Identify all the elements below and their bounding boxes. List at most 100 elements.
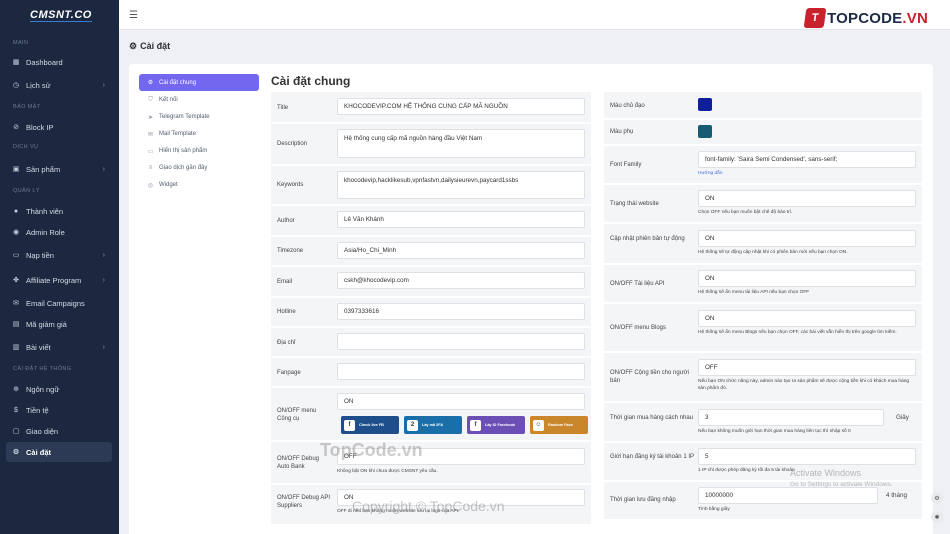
tools-menu-select[interactable]: ON xyxy=(337,393,585,410)
secondary-color-picker[interactable] xyxy=(698,125,712,138)
mail-icon: ✉ xyxy=(13,300,19,307)
sidebar-section-main: MAIN xyxy=(13,40,29,46)
sidebar-item-email-campaigns[interactable]: ✉ Email Campaigns xyxy=(6,293,112,313)
facebook-icon: f xyxy=(470,419,481,431)
watermark-copyright: Copyright © TopCode.vn xyxy=(352,498,505,514)
row-email: Email cskh@khocodevip.com xyxy=(271,267,591,297)
settings-tab-telegram[interactable]: ➤ Telegram Template xyxy=(139,109,259,125)
blogs-menu-select[interactable]: ON xyxy=(698,310,916,327)
sidebar: CMSNT.CO MAIN ▦ Dashboard ◷ Lịch sử › BẢO M… xyxy=(0,0,119,534)
row-title: Title KHOCODEVIP.COM HỆ THỐNG CUNG CẤP M… xyxy=(271,92,591,123)
chevron-right-icon: › xyxy=(102,165,105,173)
title-input[interactable]: KHOCODEVIP.COM HỆ THỐNG CUNG CẤP MÃ NGUỒ… xyxy=(337,98,585,115)
sidebar-item-products[interactable]: ▣ Sản phẩm › xyxy=(6,159,112,179)
settings-tab-connect[interactable]: ⛉ Kết nối xyxy=(139,92,259,108)
brain-icon[interactable]: ✺ xyxy=(931,511,943,523)
user-icon: ● xyxy=(13,207,19,215)
tool-cards: f Check live FB 2 Lấy mã 2FA f Lấy ID Faceb… xyxy=(341,416,588,434)
tool-card-random-face[interactable]: ☺ Random Face xyxy=(530,416,588,434)
sidebar-item-history[interactable]: ◷ Lịch sử › xyxy=(6,75,112,95)
wallet-icon: ▭ xyxy=(12,252,20,259)
tool-card-check-live[interactable]: f Check live FB xyxy=(341,416,399,434)
settings-tab-general[interactable]: ⚙ Cài đặt chung xyxy=(139,74,259,91)
tool-card-facebook-id[interactable]: f Lấy ID Facebook xyxy=(467,416,525,434)
row-blogs-menu: ON/OFF menu Blogs ON Hệ thống sẽ ẩn menu… xyxy=(604,304,922,352)
chevron-right-icon: › xyxy=(102,276,105,284)
topcode-brand: T TOPCODE.VN xyxy=(803,8,928,28)
row-address: Địa chỉ xyxy=(271,328,591,357)
keywords-textarea[interactable]: khocodevip,hacklikesub,vpnfastvn,dailysi… xyxy=(337,171,585,199)
email-input[interactable]: cskh@khocodevip.com xyxy=(337,272,585,289)
admin-icon: ◉ xyxy=(12,229,20,236)
sidebar-section-services: DỊCH VỤ xyxy=(13,144,39,150)
logo[interactable]: CMSNT.CO xyxy=(0,0,119,30)
gear-icon: ⚙ xyxy=(147,80,154,86)
primary-color-picker[interactable] xyxy=(698,98,712,111)
list-icon: ≡ xyxy=(148,165,153,171)
sidebar-item-block-ip[interactable]: ⊘ Block IP xyxy=(6,117,112,137)
dashboard-icon: ▦ xyxy=(12,59,20,66)
settings-nav: ⚙ Cài đặt chung ⛉ Kết nối ➤ Telegram Templa… xyxy=(139,74,259,194)
row-seller-bonus: ON/OFF Cộng tiền cho người bán OFF Nếu b… xyxy=(604,353,922,402)
hotline-input[interactable]: 0397333616 xyxy=(337,303,585,320)
sidebar-item-posts[interactable]: ▥ Bài viết › xyxy=(6,337,112,357)
sidebar-item-coupons[interactable]: ▤ Mã giảm giá xyxy=(6,314,112,334)
row-site-status: Trạng thái website ON Chọn OFF nếu bạn m… xyxy=(604,185,922,223)
sidebar-item-settings[interactable]: ⚙ Cài đặt xyxy=(6,442,112,462)
key-icon: 2 xyxy=(407,419,418,431)
settings-icon[interactable]: ⚙ xyxy=(931,492,943,504)
language-icon: ⊕ xyxy=(13,386,19,393)
tool-card-2fa[interactable]: 2 Lấy mã 2FA xyxy=(404,416,462,434)
settings-tab-recent-transactions[interactable]: ≡ Giao dịch gần đây xyxy=(139,160,259,176)
sidebar-item-theme[interactable]: ▢ Giao diện xyxy=(6,421,112,441)
font-guide-link[interactable]: Hướng dẫn xyxy=(698,171,723,178)
hamburger-icon[interactable]: ☰ xyxy=(129,10,138,21)
plug-icon: ⛉ xyxy=(148,96,153,103)
theme-icon: ▢ xyxy=(12,428,20,435)
sidebar-item-admin-role[interactable]: ◉ Admin Role xyxy=(6,222,112,242)
font-family-input[interactable]: font-family: 'Saira Semi Condensed', san… xyxy=(698,151,916,168)
settings-tab-widget[interactable]: ◎ Widget xyxy=(139,177,259,193)
gear-icon: ⚙ xyxy=(129,41,138,51)
fanpage-input[interactable] xyxy=(337,363,585,380)
api-docs-select[interactable]: ON xyxy=(698,270,916,287)
chevron-right-icon: › xyxy=(102,343,105,351)
settings-tab-product-display[interactable]: ▭ Hiển thị sản phẩm xyxy=(139,143,259,159)
floating-icons: ⚙ ✺ xyxy=(931,492,943,530)
gear-icon: ⚙ xyxy=(12,449,20,456)
history-icon: ◷ xyxy=(12,82,20,89)
sidebar-item-dashboard[interactable]: ▦ Dashboard xyxy=(6,52,112,72)
currency-icon: $ xyxy=(14,406,18,414)
affiliate-icon: ✤ xyxy=(13,277,19,284)
site-status-select[interactable]: ON xyxy=(698,190,916,207)
sidebar-item-affiliate[interactable]: ✤ Affiliate Program › xyxy=(6,270,112,290)
section-title: Cài đặt chung xyxy=(271,74,351,88)
description-textarea[interactable]: Hệ thống cung cấp mã nguồn hàng đầu Việt… xyxy=(337,129,585,158)
sidebar-section-system-settings: CÀI ĐẶT HỆ THỐNG xyxy=(13,366,72,372)
row-primary-color: Màu chủ đạo xyxy=(604,92,922,119)
sidebar-section-manage: QUẢN LÝ xyxy=(13,188,40,194)
auto-update-select[interactable]: ON xyxy=(698,230,916,247)
timezone-input[interactable]: Asia/Ho_Chi_Minh xyxy=(337,242,585,259)
row-keywords: Keywords khocodevip,hacklikesub,vpnfastv… xyxy=(271,166,591,205)
purchase-interval-input[interactable]: 3 xyxy=(698,409,884,426)
sidebar-item-language[interactable]: ⊕ Ngôn ngữ xyxy=(6,379,112,399)
watermark-topcode: TopCode.vn xyxy=(320,440,423,460)
row-api-docs: ON/OFF Tài liệu API ON Hệ thống sẽ ẩn me… xyxy=(604,265,922,303)
page-title: ⚙ Cài đặt xyxy=(129,41,171,51)
topbar: ☰ T TOPCODE.VN xyxy=(119,0,950,30)
address-input[interactable] xyxy=(337,333,585,350)
row-description: Description Hệ thống cung cấp mã nguồn h… xyxy=(271,124,591,165)
sidebar-item-currency[interactable]: $ Tiền tệ xyxy=(6,400,112,420)
seller-bonus-select[interactable]: OFF xyxy=(698,359,916,376)
sidebar-section-security: BẢO MẬT xyxy=(13,104,41,110)
register-limit-input[interactable]: 5 xyxy=(698,448,916,465)
sidebar-item-deposit[interactable]: ▭ Nạp tiền › xyxy=(6,245,112,265)
row-tools-menu: ON/OFF menu Công cụ ON f Check live FB 2L… xyxy=(271,388,591,441)
sidebar-item-members[interactable]: ● Thành viên xyxy=(6,201,112,221)
topcode-text: TOPCODE.VN xyxy=(827,9,928,27)
row-fanpage: Fanpage xyxy=(271,358,591,387)
settings-tab-mail[interactable]: ✉ Mail Template xyxy=(139,126,259,142)
chevron-right-icon: › xyxy=(102,251,105,259)
author-input[interactable]: Lê Văn Khánh xyxy=(337,211,585,228)
